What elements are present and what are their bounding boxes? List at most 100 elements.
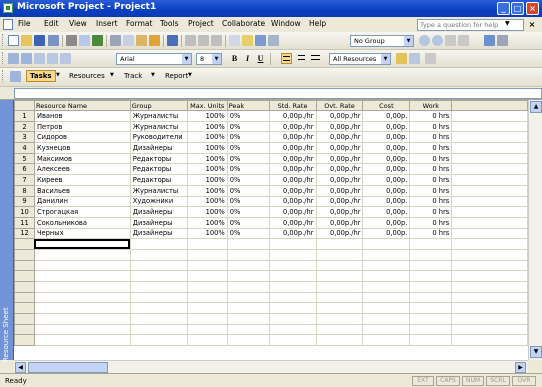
- group-cell[interactable]: Дизайнеры: [129, 206, 188, 218]
- ovt-rate-cell[interactable]: [315, 248, 364, 261]
- save-icon[interactable]: [34, 35, 45, 46]
- print-preview-icon[interactable]: [79, 35, 90, 46]
- empty-cell[interactable]: [451, 259, 528, 272]
- work-cell[interactable]: [409, 323, 453, 336]
- cost-cell[interactable]: 0,00р.: [362, 110, 411, 122]
- table-row[interactable]: 6 Алексеев Редакторы 100% 0% 0,00р./hr 0,00р./…: [14, 163, 528, 176]
- work-cell[interactable]: 0 hrs: [409, 174, 453, 186]
- ovt-rate-cell[interactable]: 0,00р./hr: [315, 206, 364, 218]
- max-units-cell[interactable]: [186, 281, 228, 293]
- row-number[interactable]: 9: [14, 195, 35, 208]
- ovt-rate-cell[interactable]: 0,00р./hr: [315, 227, 364, 240]
- project-app-icon[interactable]: [3, 3, 13, 13]
- work-cell[interactable]: [409, 291, 453, 304]
- empty-cell[interactable]: [451, 174, 528, 186]
- help-icon[interactable]: [484, 35, 495, 46]
- align-left-icon[interactable]: [281, 53, 292, 64]
- row-number[interactable]: [14, 313, 35, 325]
- work-cell[interactable]: [409, 281, 453, 293]
- ovt-rate-cell[interactable]: 0,00р./hr: [315, 174, 364, 186]
- ovt-rate-cell[interactable]: 0,00р./hr: [315, 195, 364, 208]
- cost-cell[interactable]: [362, 281, 411, 293]
- peak-cell[interactable]: 0%: [226, 120, 270, 133]
- peak-cell[interactable]: [226, 248, 270, 261]
- group-cell[interactable]: [129, 302, 188, 315]
- row-number[interactable]: 3: [14, 131, 35, 144]
- go-to-task-icon[interactable]: [445, 35, 456, 46]
- tab-track[interactable]: Track: [121, 70, 145, 82]
- group-cell[interactable]: [129, 281, 188, 293]
- empty-cell[interactable]: [451, 281, 528, 293]
- gantt-wizard-icon[interactable]: [409, 53, 420, 64]
- row-number[interactable]: [14, 238, 35, 250]
- ovt-rate-cell[interactable]: [315, 259, 364, 272]
- table-row[interactable]: [14, 248, 528, 261]
- assign-resources-icon[interactable]: [255, 35, 266, 46]
- work-cell[interactable]: 0 hrs: [409, 131, 453, 144]
- document-icon[interactable]: [3, 19, 13, 30]
- row-number[interactable]: [14, 291, 35, 304]
- row-number[interactable]: 7: [14, 174, 35, 186]
- horizontal-scrollbar[interactable]: ◀ ▶: [14, 360, 528, 373]
- table-row[interactable]: 8 Васильев Журналисты 100% 0% 0,00р./hr 0,00р.…: [14, 184, 528, 197]
- undo-icon[interactable]: [167, 35, 178, 46]
- group-cell[interactable]: [129, 238, 188, 250]
- resource-name-cell[interactable]: [33, 323, 131, 336]
- table-row[interactable]: 3 Сидоров Руководители 100% 0% 0,00р./hr 0,00р…: [14, 131, 528, 144]
- chevron-down-icon[interactable]: ▼: [110, 72, 114, 78]
- group-cell[interactable]: [129, 291, 188, 304]
- entry-field[interactable]: [14, 88, 542, 99]
- vertical-scrollbar[interactable]: ▲ ▼: [528, 100, 542, 360]
- max-units-cell[interactable]: [186, 238, 228, 250]
- empty-cell[interactable]: [451, 131, 528, 144]
- search-icon[interactable]: [48, 35, 59, 46]
- menu-format[interactable]: Format: [126, 19, 152, 28]
- resource-name-cell[interactable]: Киреев: [33, 174, 131, 186]
- resource-name-cell[interactable]: Сидоров: [33, 131, 131, 144]
- table-row[interactable]: [14, 270, 528, 282]
- cost-cell[interactable]: [362, 323, 411, 336]
- outdent-icon[interactable]: [8, 53, 19, 64]
- empty-cell[interactable]: [451, 110, 528, 122]
- group-cell[interactable]: [129, 270, 188, 282]
- group-cell[interactable]: Руководители: [129, 131, 188, 144]
- column-header-work[interactable]: Work: [409, 100, 453, 111]
- table-row[interactable]: [14, 313, 528, 325]
- peak-cell[interactable]: [226, 270, 270, 282]
- ovt-rate-cell[interactable]: 0,00р./hr: [315, 163, 364, 176]
- std-rate-cell[interactable]: 0,00р./hr: [268, 227, 317, 240]
- group-cell[interactable]: [129, 313, 188, 325]
- max-units-cell[interactable]: 100%: [186, 227, 228, 240]
- peak-cell[interactable]: 0%: [226, 206, 270, 218]
- work-cell[interactable]: [409, 248, 453, 261]
- autofilter-icon[interactable]: [396, 53, 407, 64]
- std-rate-cell[interactable]: [268, 270, 317, 282]
- peak-cell[interactable]: 0%: [226, 163, 270, 176]
- max-units-cell[interactable]: [186, 302, 228, 315]
- work-cell[interactable]: [409, 259, 453, 272]
- row-number[interactable]: [14, 323, 35, 336]
- bold-button[interactable]: B: [229, 53, 240, 64]
- group-cell[interactable]: Журналисты: [129, 184, 188, 197]
- ovt-rate-cell[interactable]: [315, 291, 364, 304]
- empty-cell[interactable]: [451, 206, 528, 218]
- std-rate-cell[interactable]: 0,00р./hr: [268, 184, 317, 197]
- std-rate-cell[interactable]: 0,00р./hr: [268, 152, 317, 165]
- cost-cell[interactable]: 0,00р.: [362, 216, 411, 229]
- resource-name-cell[interactable]: Данилин: [33, 195, 131, 208]
- group-cell[interactable]: Дизайнеры: [129, 142, 188, 154]
- max-units-cell[interactable]: 100%: [186, 163, 228, 176]
- table-row[interactable]: [14, 302, 528, 315]
- open-icon[interactable]: [21, 35, 32, 46]
- empty-cell[interactable]: [451, 302, 528, 315]
- peak-cell[interactable]: 0%: [226, 110, 270, 122]
- group-cell[interactable]: Дизайнеры: [129, 216, 188, 229]
- ovt-rate-cell[interactable]: 0,00р./hr: [315, 120, 364, 133]
- peak-cell[interactable]: 0%: [226, 142, 270, 154]
- work-cell[interactable]: 0 hrs: [409, 110, 453, 122]
- max-units-cell[interactable]: [186, 323, 228, 336]
- ovt-rate-cell[interactable]: [315, 302, 364, 315]
- hide-subtasks-icon[interactable]: [47, 53, 58, 64]
- std-rate-cell[interactable]: [268, 334, 317, 347]
- column-header-std-rate[interactable]: Std. Rate: [268, 100, 317, 111]
